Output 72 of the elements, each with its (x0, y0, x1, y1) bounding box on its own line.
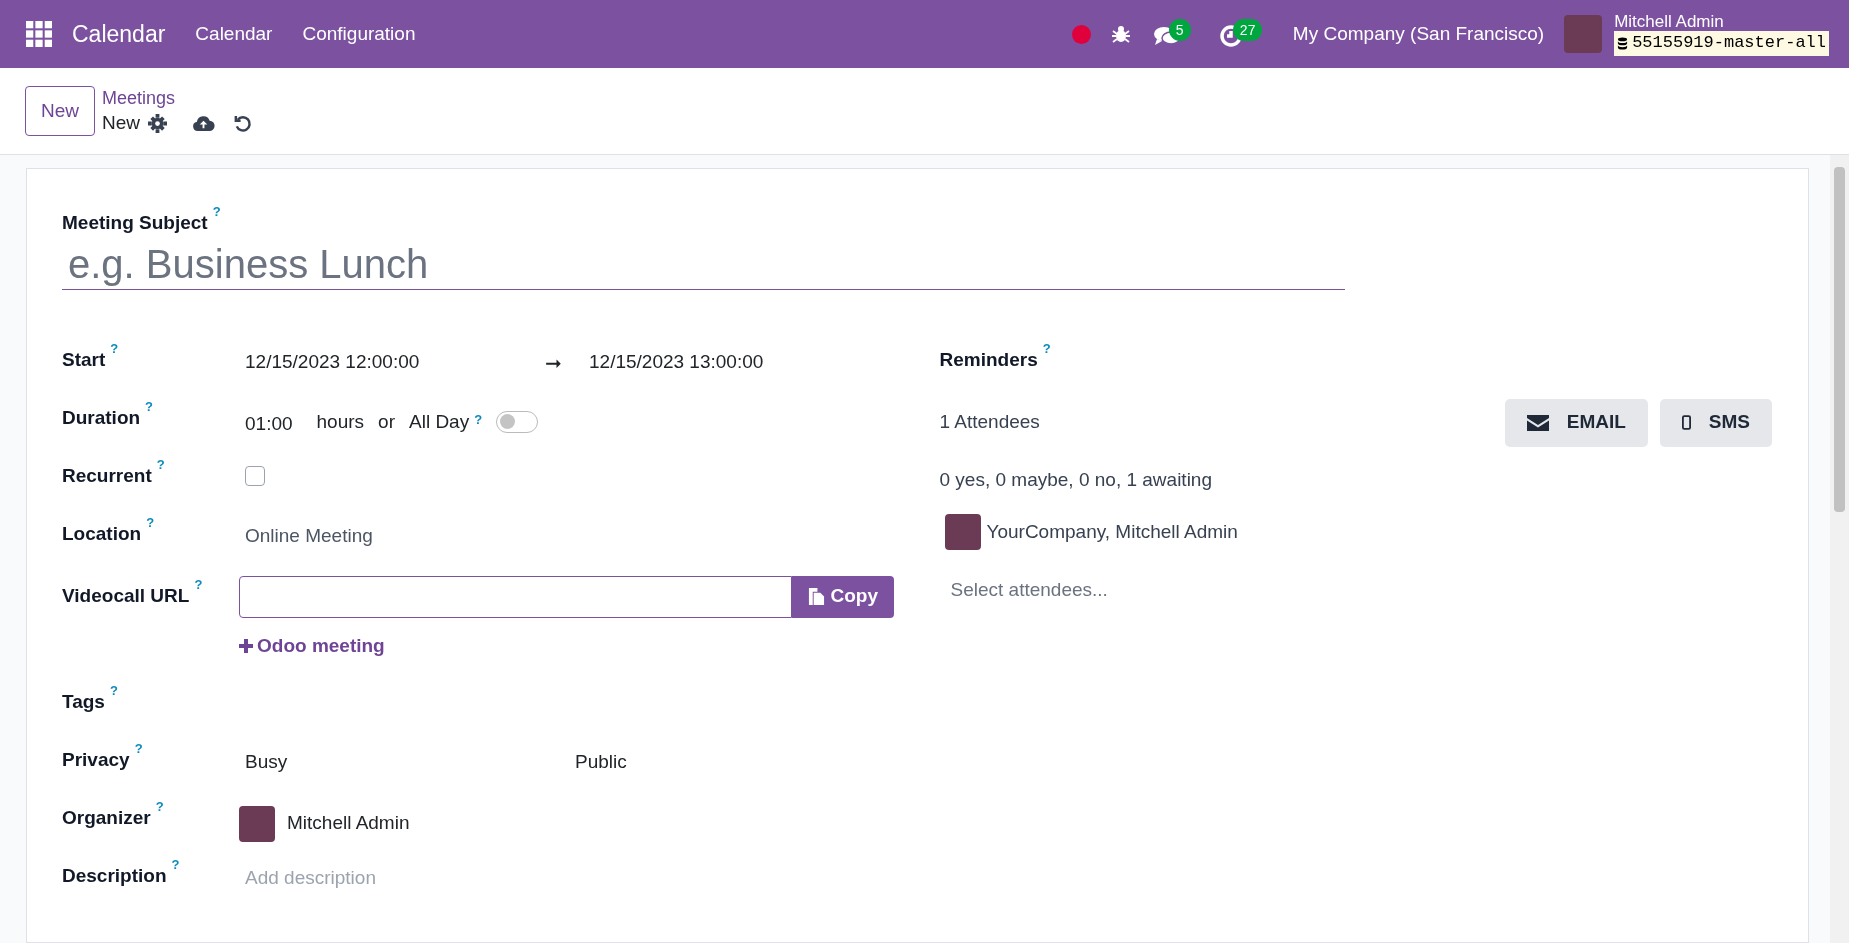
attendee-select-field[interactable]: Select attendees... (950, 576, 1772, 605)
field-label: Videocall URL (62, 583, 190, 608)
start-date-field[interactable]: 12/15/2023 12:00:00 (239, 348, 545, 377)
copy-icon (807, 587, 825, 606)
field-label: Location (62, 521, 142, 546)
field-label: Privacy (62, 747, 130, 772)
messages-button[interactable]: 5 (1152, 19, 1201, 49)
activity-count-badge: 27 (1232, 19, 1263, 41)
mobile-phone-icon (1681, 415, 1691, 430)
recurrent-checkbox[interactable] (245, 465, 265, 486)
database-icon (1617, 36, 1629, 50)
copy-button[interactable]: Copy (791, 575, 894, 618)
field-label: Meeting Subject (62, 211, 208, 235)
show-as-field[interactable]: Public (575, 747, 627, 776)
envelope-icon (1526, 414, 1549, 431)
all-day-toggle[interactable] (496, 410, 539, 433)
subject-input[interactable]: e.g. Business Lunch (62, 239, 1345, 290)
help-tooltip-icon[interactable]: ? (155, 799, 164, 814)
help-tooltip-icon[interactable]: ? (156, 457, 165, 472)
apps-menu-icon[interactable] (26, 21, 52, 47)
field-label: Reminders (939, 347, 1038, 372)
menu-item[interactable]: Configuration (302, 19, 416, 49)
message-count-badge: 5 (1168, 19, 1191, 41)
user-name[interactable]: Mitchell Admin (1614, 12, 1829, 31)
app-name[interactable]: Calendar (72, 16, 166, 52)
plus-icon (239, 638, 253, 653)
help-tooltip-icon[interactable]: ? (474, 412, 483, 427)
help-tooltip-icon[interactable]: ? (146, 515, 155, 530)
cloud-upload-icon[interactable] (192, 114, 216, 132)
new-button[interactable]: New (25, 86, 95, 136)
help-tooltip-icon[interactable]: ? (110, 341, 119, 356)
field-label: Description (62, 863, 167, 888)
duration-field[interactable]: 01:00 (239, 405, 293, 438)
unit-label: hours (316, 409, 365, 434)
help-tooltip-icon[interactable]: ? (194, 577, 203, 592)
privacy-field[interactable]: Busy (239, 747, 575, 776)
undo-icon[interactable] (233, 113, 253, 133)
attendee-name[interactable]: YourCompany, Mitchell Admin (986, 517, 1238, 547)
activities-button[interactable]: 27 (1218, 19, 1271, 49)
scrollbar-thumb[interactable] (1834, 167, 1845, 512)
breadcrumb-current: New (102, 111, 141, 135)
conjunction-text: or (378, 409, 395, 434)
bug-icon[interactable] (1110, 24, 1131, 44)
field-label: Start (62, 347, 106, 372)
company-switcher[interactable]: My Company (San Francisco) (1292, 19, 1545, 49)
field-label: Organizer (62, 805, 151, 830)
email-button[interactable]: EMAIL (1504, 398, 1648, 447)
help-tooltip-icon[interactable]: ? (171, 857, 180, 872)
field-label: All Day (409, 409, 470, 434)
attendees-count: 1 Attendees (939, 410, 1040, 435)
sms-button[interactable]: SMS (1659, 398, 1772, 447)
help-tooltip-icon[interactable]: ? (145, 399, 154, 414)
settings-icon[interactable] (148, 113, 168, 133)
breadcrumb-link[interactable]: Meetings (102, 86, 253, 110)
help-tooltip-icon[interactable]: ? (212, 205, 221, 219)
end-date-field[interactable]: 12/15/2023 13:00:00 (589, 348, 764, 377)
avatar (1564, 15, 1603, 53)
organizer-field[interactable]: Mitchell Admin (287, 809, 410, 838)
field-label: Recurrent (62, 463, 152, 488)
field-label: Tags (62, 689, 105, 714)
help-tooltip-icon[interactable]: ? (1042, 341, 1051, 356)
menu-item[interactable]: Calendar (195, 19, 273, 49)
help-tooltip-icon[interactable]: ? (109, 683, 118, 698)
avatar (239, 805, 275, 842)
field-label: Duration (62, 405, 141, 430)
odoo-meeting-link[interactable]: Odoo meeting (239, 631, 385, 660)
location-field[interactable]: Online Meeting (239, 521, 373, 550)
arrow-icon: ➞ (545, 347, 589, 378)
avatar (944, 514, 981, 550)
database-name: 55155919-master-all (1632, 34, 1826, 52)
help-tooltip-icon[interactable]: ? (134, 741, 143, 756)
attendance-summary: 0 yes, 0 maybe, 0 no, 1 awaiting (939, 467, 1213, 492)
